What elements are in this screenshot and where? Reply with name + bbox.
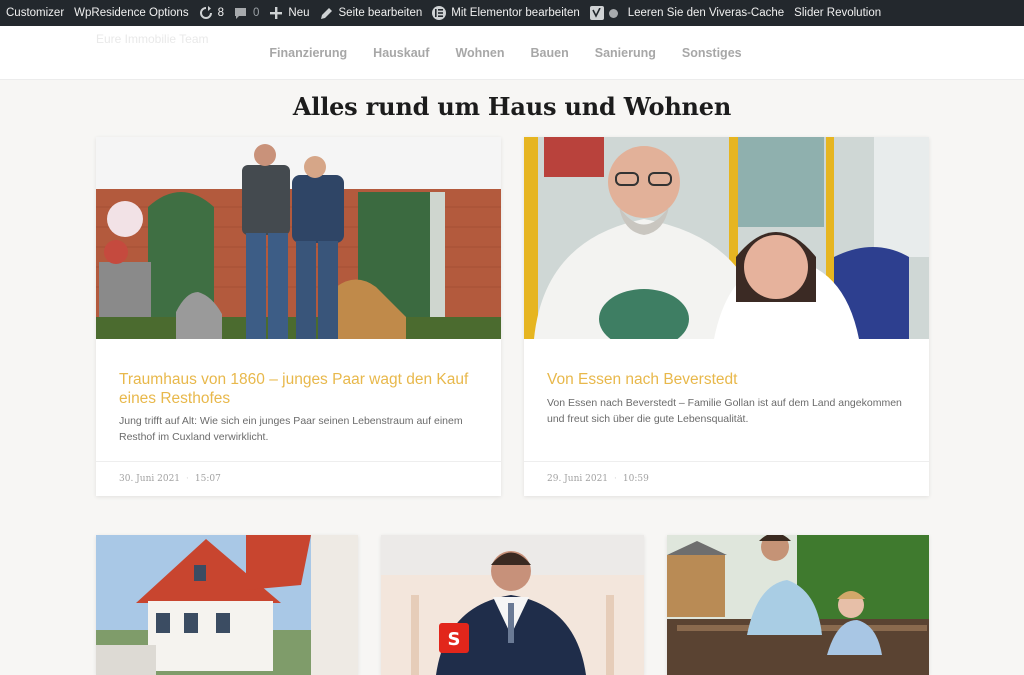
customizer-label: Customizer [6,7,65,19]
edit-page-link[interactable]: Seite bearbeiten [315,0,428,26]
post-meta: 30. Juni 2021 · 15:07 [119,474,221,484]
post-date: 30. Juni 2021 [119,474,181,484]
elementor-link[interactable]: Mit Elementor bearbeiten [427,0,584,26]
post-card[interactable]: Traumhaus von 1860 – junges Paar wagt de… [96,137,501,496]
nav-hauskauf[interactable]: Hauskauf [373,46,429,60]
svg-text:S: S [448,629,461,650]
post-image-family-bus[interactable] [524,137,929,339]
post-meta-bar: 30. Juni 2021 · 15:07 [96,461,501,496]
comments-link[interactable]: 0 [229,0,264,26]
slider-revolution-link[interactable]: Slider Revolution [789,0,886,26]
nav-finanzierung[interactable]: Finanzierung [269,46,347,60]
post-image-man-suit[interactable]: S [381,535,644,675]
post-date: 29. Juni 2021 [547,474,609,484]
post-image-house[interactable] [96,535,358,675]
nav-sonstiges[interactable]: Sonstiges [682,46,742,60]
wpresidence-options-link[interactable]: WpResidence Options [69,0,193,26]
refresh-icon [199,6,213,20]
elementor-icon [432,6,447,20]
updates-link[interactable]: 8 [194,0,229,26]
post-excerpt: Jung trifft auf Alt: Wie sich ein junges… [119,415,463,443]
wpresidence-label: WpResidence Options [74,7,189,19]
meta-separator: · [614,474,617,484]
plus-icon [269,6,283,20]
post-title[interactable]: Von Essen nach Beverstedt [547,370,906,389]
slider-label: Slider Revolution [794,7,882,19]
comment-icon [234,6,248,20]
updates-count: 8 [217,7,224,19]
post-meta: 29. Juni 2021 · 10:59 [547,474,649,484]
pencil-icon [320,6,334,20]
post-title[interactable]: Traumhaus von 1860 – junges Paar wagt de… [119,370,478,408]
nav-wohnen[interactable]: Wohnen [455,46,504,60]
customizer-link[interactable]: Customizer [0,0,69,26]
new-content-link[interactable]: Neu [264,0,314,26]
post-time: 15:07 [194,474,221,484]
site-header: Eure Immobilie Team Finanzierung Hauskau… [0,26,1024,80]
post-time: 10:59 [622,474,649,484]
main-nav: Finanzierung Hauskauf Wohnen Bauen Sanie… [0,26,1024,79]
post-card[interactable] [667,535,929,675]
post-image-garden-family[interactable] [667,535,929,675]
nav-sanierung[interactable]: Sanierung [595,46,656,60]
status-dot-icon [608,8,618,18]
post-card[interactable]: Von Essen nach Beverstedt Von Essen nach… [524,137,929,496]
yoast-icon [589,6,604,20]
edit-page-label: Seite bearbeiten [338,7,423,19]
nav-bauen[interactable]: Bauen [531,46,569,60]
post-meta-bar: 29. Juni 2021 · 10:59 [524,461,929,496]
comments-count: 0 [252,7,260,19]
post-card[interactable]: S [381,535,644,675]
cache-label: Leeren Sie den Viveras-Cache [627,7,785,19]
post-excerpt: Von Essen nach Beverstedt – Familie Goll… [547,397,902,425]
elementor-label: Mit Elementor bearbeiten [451,7,580,19]
admin-bar: Customizer WpResidence Options 8 0 Neu S… [0,0,1024,26]
post-image-couple-dogs[interactable] [96,137,501,339]
post-card[interactable] [96,535,358,675]
yoast-seo-link[interactable] [585,0,623,26]
meta-separator: · [186,474,189,484]
new-label: Neu [288,7,310,19]
clear-cache-link[interactable]: Leeren Sie den Viveras-Cache [623,0,789,26]
page-title: Alles rund um Haus und Wohnen [292,92,732,121]
